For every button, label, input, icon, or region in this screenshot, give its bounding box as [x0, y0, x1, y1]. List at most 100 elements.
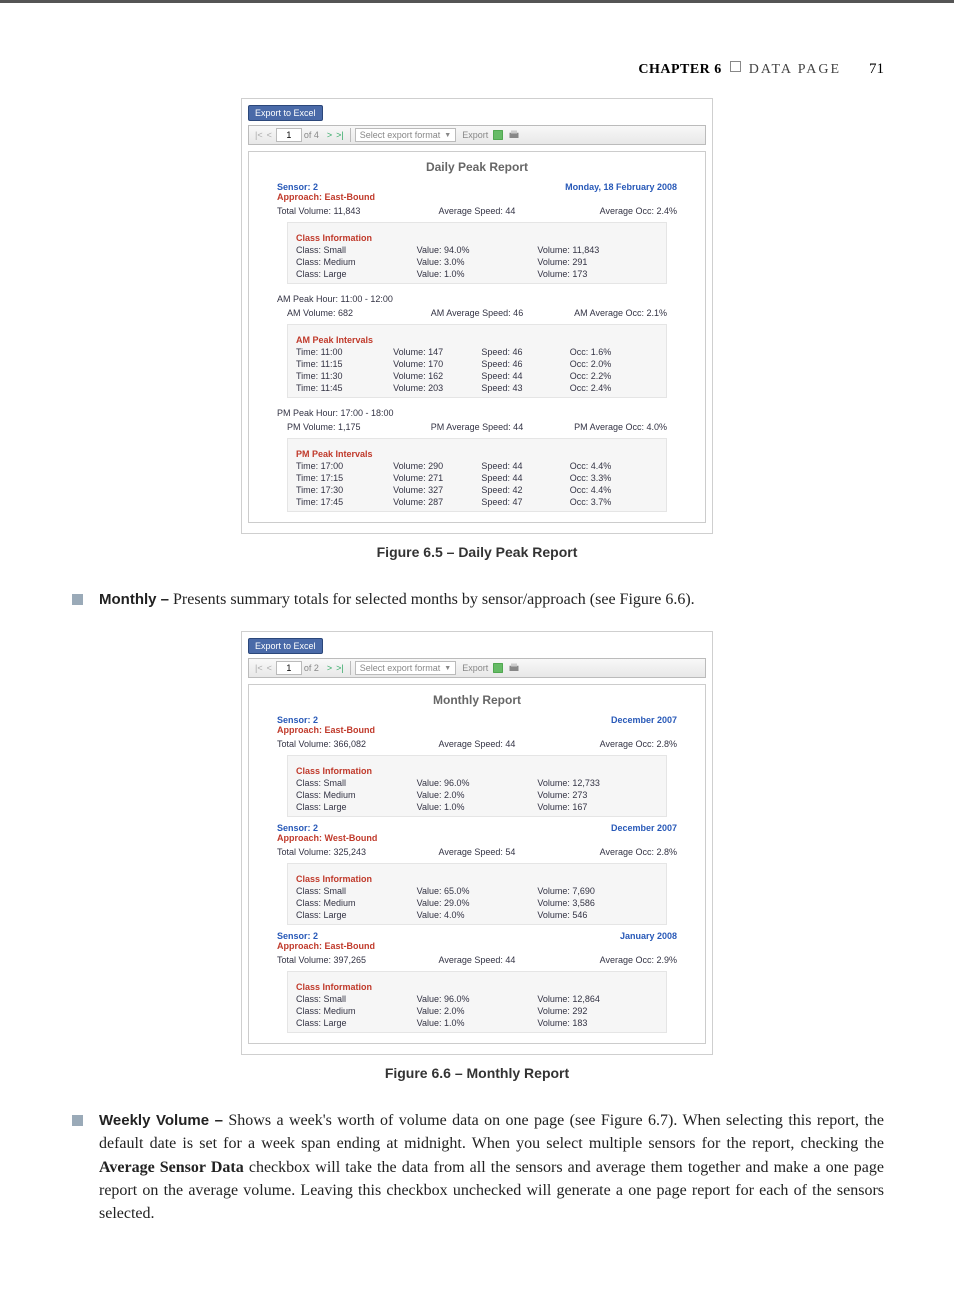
am-intervals-header: AM Peak Intervals	[296, 335, 658, 345]
page-input[interactable]	[276, 661, 302, 675]
report-title: Monthly Report	[257, 693, 697, 707]
figure-6-6-caption: Figure 6.6 – Monthly Report	[70, 1065, 884, 1081]
print-icon[interactable]	[508, 662, 520, 674]
export-icon[interactable]	[492, 662, 504, 674]
interval-row: Time: 11:15Volume: 170Speed: 46Occ: 2.0%	[296, 359, 658, 369]
approach-label: Approach: East-Bound	[277, 725, 375, 735]
am-speed: AM Average Speed: 46	[414, 308, 541, 318]
month-label: January 2008	[620, 931, 677, 951]
pm-occ: PM Average Occ: 4.0%	[540, 422, 667, 432]
export-label: Export	[462, 130, 488, 140]
page-header: CHAPTER 6 DATA PAGE 71	[70, 61, 884, 78]
class-info-header: Class Information	[296, 982, 658, 992]
class-row: Class: MediumValue: 2.0%Volume: 273	[296, 790, 658, 800]
interval-row: Time: 17:45Volume: 287Speed: 47Occ: 3.7%	[296, 497, 658, 507]
pm-intervals-header: PM Peak Intervals	[296, 449, 658, 459]
class-row: Class: SmallValue: 96.0%Volume: 12,864	[296, 994, 658, 1004]
report-date: Monday, 18 February 2008	[565, 182, 677, 202]
section-title: DATA PAGE	[749, 62, 841, 78]
class-info-header: Class Information	[296, 874, 658, 884]
avg-occ: Average Occ: 2.4%	[544, 206, 677, 216]
avg-speed: Average Speed: 54	[410, 847, 543, 857]
approach-label: Approach: East-Bound	[277, 192, 375, 202]
report-title: Daily Peak Report	[257, 160, 697, 174]
avg-occ: Average Occ: 2.8%	[544, 847, 677, 857]
sensor-label: Sensor: 2	[277, 931, 375, 941]
interval-row: Time: 11:30Volume: 162Speed: 44Occ: 2.2%	[296, 371, 658, 381]
sensor-label: Sensor: 2	[277, 182, 375, 192]
export-to-excel-button[interactable]: Export to Excel	[248, 638, 323, 654]
page-of-label: of 4	[304, 130, 319, 140]
export-format-select[interactable]: Select export format▼	[355, 128, 456, 142]
interval-row: Time: 17:00Volume: 290Speed: 44Occ: 4.4%	[296, 461, 658, 471]
export-format-select[interactable]: Select export format▼	[355, 661, 456, 675]
approach-label: Approach: East-Bound	[277, 941, 375, 951]
monthly-term: Monthly –	[99, 591, 169, 608]
first-page-icon[interactable]: |<	[253, 663, 265, 673]
weekly-volume-term: Weekly Volume –	[99, 1112, 223, 1129]
pm-peak-header: PM Peak Hour: 17:00 - 18:00	[277, 408, 677, 418]
total-volume: Total Volume: 11,843	[277, 206, 410, 216]
avg-speed: Average Speed: 44	[410, 955, 543, 965]
class-row: Class: LargeValue: 1.0%Volume: 173	[296, 269, 658, 279]
chevron-down-icon: ▼	[444, 665, 451, 672]
monthly-block: Sensor: 2Approach: East-BoundDecember 20…	[257, 715, 697, 817]
report-toolbar: |< < of 2 > >| Select export format▼ Exp…	[248, 658, 706, 678]
figure-6-5-caption: Figure 6.5 – Daily Peak Report	[70, 544, 884, 560]
class-info-header: Class Information	[296, 233, 658, 243]
chapter-label: CHAPTER 6	[638, 62, 721, 78]
first-page-icon[interactable]: |<	[253, 130, 265, 140]
class-row: Class: MediumValue: 3.0%Volume: 291	[296, 257, 658, 267]
interval-row: Time: 17:15Volume: 271Speed: 44Occ: 3.3%	[296, 473, 658, 483]
total-volume: Total Volume: 325,243	[277, 847, 410, 857]
header-square-icon	[730, 61, 741, 72]
last-page-icon[interactable]: >|	[334, 130, 346, 140]
daily-peak-report-screenshot: Export to Excel |< < of 4 > >| Select ex…	[241, 98, 713, 534]
avg-speed: Average Speed: 44	[410, 206, 543, 216]
sensor-label: Sensor: 2	[277, 823, 377, 833]
approach-label: Approach: West-Bound	[277, 833, 377, 843]
monthly-desc: Presents summary totals for selected mon…	[169, 591, 695, 608]
avg-speed: Average Speed: 44	[410, 739, 543, 749]
avg-occ: Average Occ: 2.8%	[544, 739, 677, 749]
interval-row: Time: 11:00Volume: 147Speed: 46Occ: 1.6%	[296, 347, 658, 357]
export-to-excel-button[interactable]: Export to Excel	[248, 105, 323, 121]
chevron-down-icon: ▼	[444, 132, 451, 139]
page-input[interactable]	[276, 128, 302, 142]
am-volume: AM Volume: 682	[287, 308, 414, 318]
am-occ: AM Average Occ: 2.1%	[540, 308, 667, 318]
prev-page-icon[interactable]: <	[265, 130, 274, 140]
square-bullet-icon	[72, 1115, 83, 1126]
page-of-label: of 2	[304, 663, 319, 673]
monthly-report-screenshot: Export to Excel |< < of 2 > >| Select ex…	[241, 631, 713, 1055]
class-row: Class: SmallValue: 96.0%Volume: 12,733	[296, 778, 658, 788]
pm-volume: PM Volume: 1,175	[287, 422, 414, 432]
monthly-bullet: Monthly – Presents summary totals for se…	[70, 588, 884, 611]
month-label: December 2007	[611, 715, 677, 735]
interval-row: Time: 17:30Volume: 327Speed: 42Occ: 4.4%	[296, 485, 658, 495]
class-row: Class: LargeValue: 4.0%Volume: 546	[296, 910, 658, 920]
class-info-header: Class Information	[296, 766, 658, 776]
last-page-icon[interactable]: >|	[334, 663, 346, 673]
total-volume: Total Volume: 397,265	[277, 955, 410, 965]
next-page-icon[interactable]: >	[325, 130, 334, 140]
class-row: Class: LargeValue: 1.0%Volume: 167	[296, 802, 658, 812]
total-volume: Total Volume: 366,082	[277, 739, 410, 749]
monthly-block: Sensor: 2Approach: West-BoundDecember 20…	[257, 823, 697, 925]
class-row: Class: SmallValue: 94.0%Volume: 11,843	[296, 245, 658, 255]
prev-page-icon[interactable]: <	[265, 663, 274, 673]
next-page-icon[interactable]: >	[325, 663, 334, 673]
weekly-volume-bullet: Weekly Volume – Shows a week's worth of …	[70, 1109, 884, 1225]
page-number: 71	[869, 61, 884, 78]
class-row: Class: MediumValue: 29.0%Volume: 3,586	[296, 898, 658, 908]
class-row: Class: MediumValue: 2.0%Volume: 292	[296, 1006, 658, 1016]
pm-speed: PM Average Speed: 44	[414, 422, 541, 432]
class-row: Class: LargeValue: 1.0%Volume: 183	[296, 1018, 658, 1028]
print-icon[interactable]	[508, 129, 520, 141]
avg-occ: Average Occ: 2.9%	[544, 955, 677, 965]
class-row: Class: SmallValue: 65.0%Volume: 7,690	[296, 886, 658, 896]
export-label: Export	[462, 663, 488, 673]
am-peak-header: AM Peak Hour: 11:00 - 12:00	[277, 294, 677, 304]
export-icon[interactable]	[492, 129, 504, 141]
monthly-block: Sensor: 2Approach: East-Bound January 200…	[257, 931, 697, 1033]
